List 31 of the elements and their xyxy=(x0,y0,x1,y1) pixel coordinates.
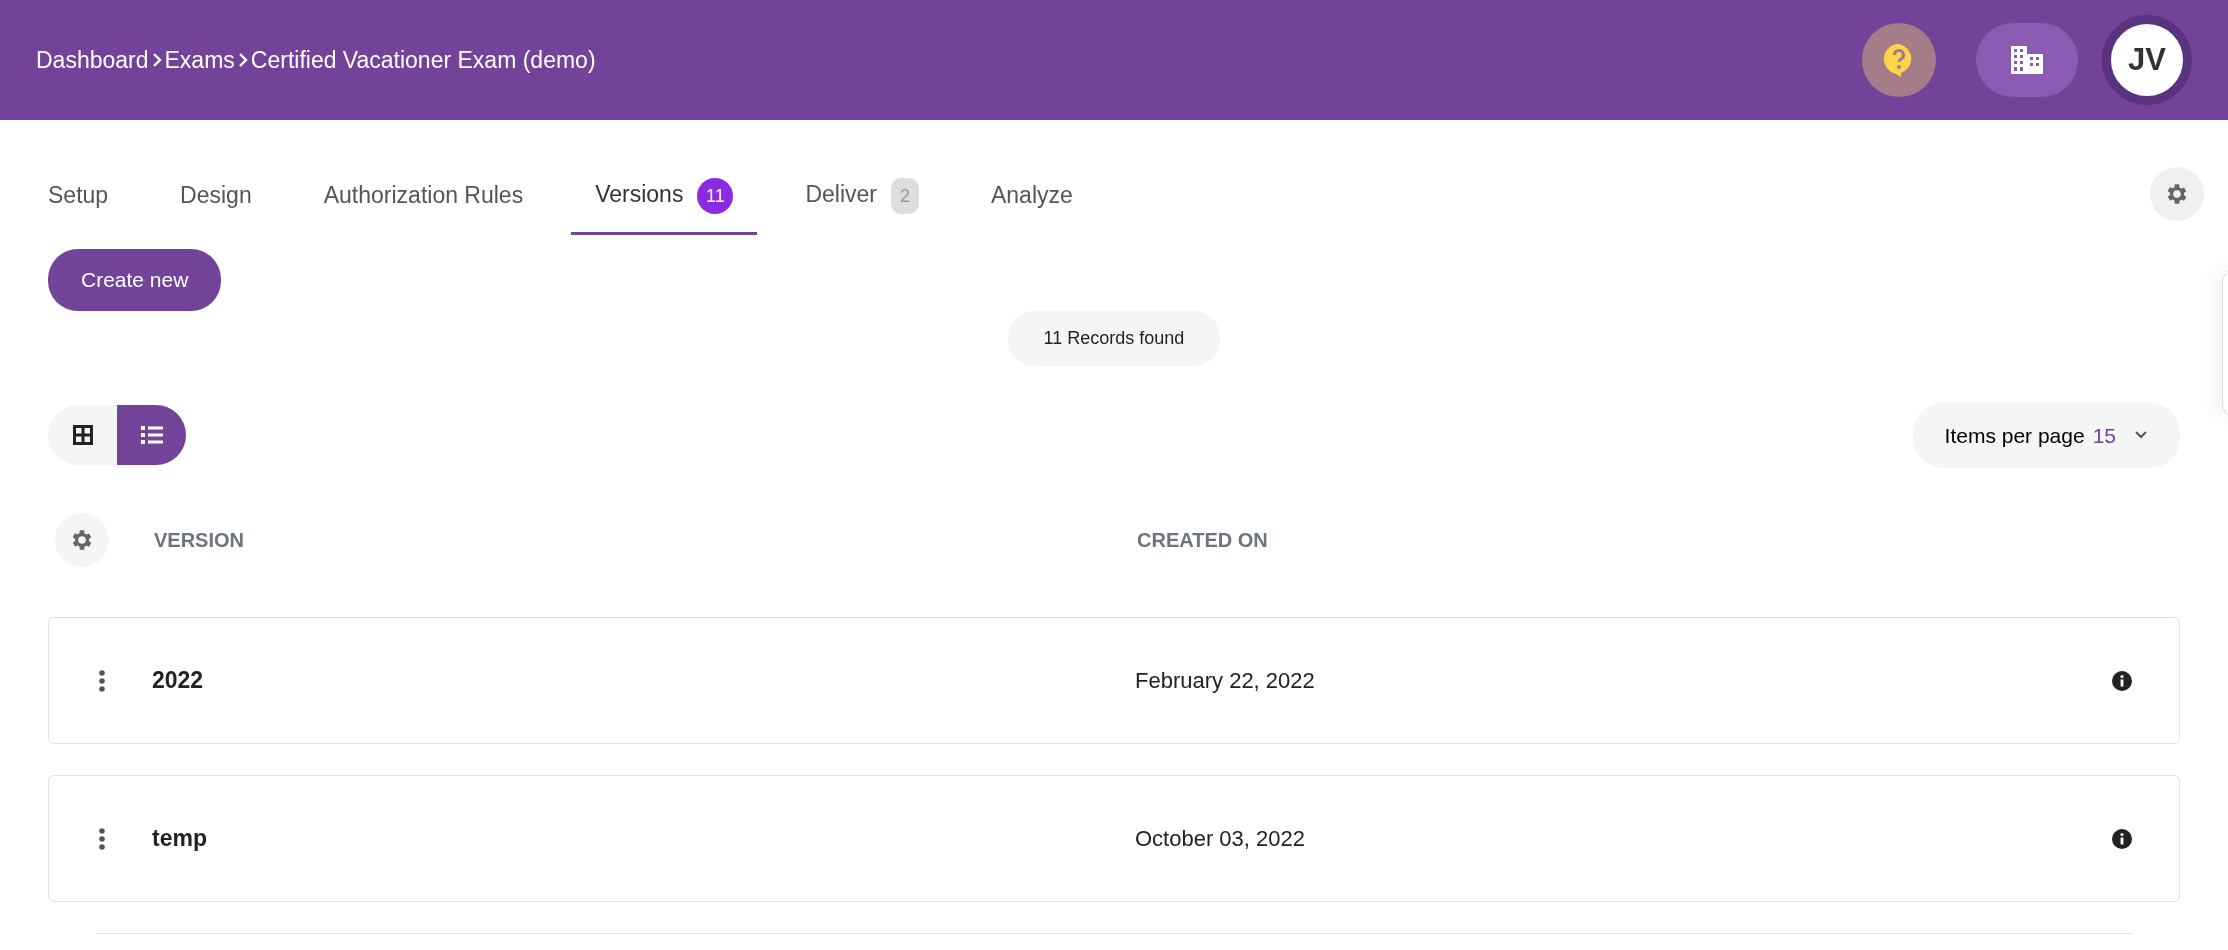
tab[interactable]: Setup xyxy=(24,165,133,235)
info-icon[interactable] xyxy=(2112,828,2132,849)
count-badge: 11 xyxy=(697,178,734,214)
list-icon xyxy=(140,426,163,445)
count-badge: 2 xyxy=(890,178,919,214)
more-options-icon[interactable] xyxy=(98,669,106,692)
tab[interactable]: Authorization Rules xyxy=(299,165,548,235)
column-header: CREATED ON xyxy=(1137,528,1268,553)
records-found-label: 11 Records found xyxy=(1007,310,1221,366)
breadcrumb-link[interactable]: Dashboard xyxy=(36,42,149,78)
breadcrumb-link[interactable]: Certified Vacationer Exam (demo) xyxy=(250,42,596,78)
tab[interactable]: Design xyxy=(156,165,276,235)
items-per-page-dropdown[interactable]: Items per page 15 xyxy=(1912,402,2180,468)
create-button[interactable]: Create new xyxy=(48,249,222,311)
version-cell: temp xyxy=(152,825,207,852)
building-icon xyxy=(2011,46,2043,74)
user-avatar[interactable]: JV xyxy=(2102,15,2192,105)
version-cell: 2022 xyxy=(152,667,204,694)
list-view-button[interactable] xyxy=(117,405,186,466)
column-header: VERSION xyxy=(154,529,245,551)
chevron-down-icon xyxy=(2134,430,2148,441)
breadcrumb-link[interactable]: Exams xyxy=(164,42,235,78)
tab[interactable]: Versions 11 xyxy=(571,165,758,235)
grid-icon xyxy=(72,425,93,446)
grid-view-button[interactable] xyxy=(48,405,117,466)
date-cell: October 03, 2022 xyxy=(1135,826,1305,851)
info-icon[interactable] xyxy=(2112,670,2132,691)
tab[interactable]: Deliver 2 xyxy=(781,165,943,235)
more-options-icon[interactable] xyxy=(98,827,106,850)
tab[interactable]: Analyze xyxy=(966,165,1097,235)
date-cell: February 22, 2022 xyxy=(1135,668,1315,693)
